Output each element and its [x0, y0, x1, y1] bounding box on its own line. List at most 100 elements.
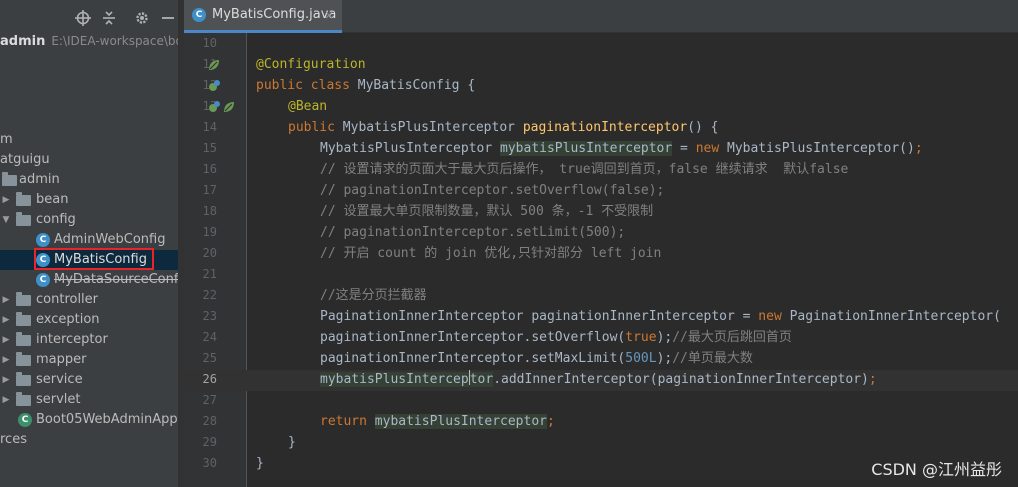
- tab-mybatisconfig[interactable]: C MyBatisConfig.java ×: [184, 0, 342, 33]
- tree-item-label: rces: [0, 432, 27, 447]
- code-line-29[interactable]: }: [288, 432, 296, 453]
- code-line-14[interactable]: public MybatisPlusInterceptor pagination…: [288, 117, 719, 138]
- class-icon: C: [36, 253, 50, 267]
- code-line-26[interactable]: mybatisPlusInterceptor.addInnerIntercept…: [320, 369, 877, 390]
- tree-item-bean[interactable]: ▶ bean: [0, 190, 178, 210]
- tree-item-m[interactable]: m: [0, 130, 178, 150]
- code-line-11[interactable]: @Configuration: [256, 54, 366, 75]
- chevron-down-icon[interactable]: ▼: [0, 210, 12, 230]
- minimize-icon[interactable]: [159, 9, 177, 27]
- tree-item-label: bean: [36, 192, 69, 207]
- comment-token: //单页最大数: [672, 351, 753, 366]
- code-line-23[interactable]: PaginationInnerInterceptor paginationInn…: [320, 306, 1001, 327]
- variable-token: mybatisPlusInterceptor: [374, 414, 547, 429]
- code-token: () {: [687, 120, 719, 135]
- class-icon: C: [36, 233, 50, 247]
- code-line-19[interactable]: // paginationInterceptor.setLimit(500);: [320, 222, 625, 243]
- variable-token: mybatisPlusIntercep: [320, 372, 469, 387]
- tree-item-service[interactable]: ▶ service: [0, 370, 178, 390]
- tree-item-adminwebconfig[interactable]: C AdminWebConfig: [0, 230, 178, 250]
- tree-item-label: Boot05WebAdminApplica: [36, 412, 178, 427]
- tree-item-boot05webadminapplication[interactable]: C Boot05WebAdminApplica: [0, 410, 178, 430]
- tree-item-label: service: [36, 372, 83, 387]
- spring-bean-icon[interactable]: [222, 100, 236, 114]
- line-number: 10: [202, 36, 217, 50]
- keyword-token: public class: [256, 78, 358, 93]
- tree-item-label: interceptor: [36, 332, 108, 347]
- code-line-16[interactable]: // 设置请求的页面大于最大页后操作， true调回到首页，false 继续请求…: [320, 159, 848, 180]
- annotation-token: @Bean: [288, 99, 328, 114]
- semicolon-token: ;: [914, 141, 923, 156]
- code-line-30[interactable]: }: [256, 453, 264, 474]
- line-number: 30: [202, 456, 217, 470]
- code-token: paginationInnerInterceptor.setMaxLimit(: [320, 351, 626, 366]
- tree-item-exception[interactable]: ▶ exception: [0, 310, 178, 330]
- tree-item-label: servlet: [36, 392, 81, 407]
- code-line-20[interactable]: // 开启 count 的 join 优化,只针对部分 left join: [320, 243, 661, 264]
- tree-item-admin[interactable]: ▼ admin: [0, 170, 178, 190]
- gutter-separator: [246, 33, 247, 487]
- chevron-right-icon[interactable]: ▶: [0, 330, 12, 350]
- tree-item-controller[interactable]: ▶ controller: [0, 290, 178, 310]
- chevron-right-icon[interactable]: ▶: [0, 350, 12, 370]
- tree-item-label: AdminWebConfig: [54, 232, 166, 247]
- code-token: MybatisPlusInterceptor(): [727, 141, 915, 156]
- keyword-token: public: [288, 120, 343, 135]
- chevron-right-icon[interactable]: ▶: [0, 310, 12, 330]
- code-token: MybatisPlusInterceptor: [342, 120, 523, 135]
- project-panel: admin E:\IDEA-workspace\boot m atguigu ▼ …: [0, 0, 178, 487]
- annotation-token: @Configuration: [256, 57, 366, 72]
- crosshair-icon[interactable]: [74, 9, 92, 27]
- tree-item-label: mapper: [36, 352, 87, 367]
- code-token: );: [656, 330, 673, 345]
- tree-item-interceptor[interactable]: ▶ interceptor: [0, 330, 178, 350]
- class-icon: C: [192, 8, 206, 22]
- code-line-13[interactable]: @Bean: [288, 96, 327, 117]
- tree-item-label: controller: [36, 292, 99, 307]
- code-line-17[interactable]: // paginationInterceptor.setOverflow(fal…: [320, 180, 664, 201]
- code-line-28[interactable]: return mybatisPlusInterceptor;: [320, 411, 555, 432]
- code-line-18[interactable]: // 设置最大单页限制数量，默认 500 条，-1 不受限制: [320, 201, 653, 222]
- folder-icon: [2, 172, 17, 186]
- semicolon-token: ;: [868, 372, 877, 387]
- gear-icon[interactable]: [133, 9, 151, 27]
- code-line-22[interactable]: //这是分页拦截器: [320, 285, 427, 306]
- keyword-token: new: [758, 309, 790, 324]
- code-token: .addInnerInterceptor(paginationInnerInte…: [493, 372, 869, 387]
- tree-item-resources[interactable]: rces: [0, 430, 178, 450]
- line-number: 18: [202, 204, 217, 218]
- project-header[interactable]: admin E:\IDEA-workspace\boot: [0, 31, 178, 51]
- folder-icon: [16, 332, 31, 346]
- line-number: 17: [202, 183, 217, 197]
- collapse-icon[interactable]: [100, 9, 118, 27]
- line-number: 29: [202, 435, 217, 449]
- tree-item-config[interactable]: ▼ config: [0, 210, 178, 230]
- chevron-right-icon[interactable]: ▶: [0, 290, 12, 310]
- tree-item-atguigu[interactable]: atguigu: [0, 150, 178, 170]
- line-number: 24: [202, 330, 217, 344]
- line-number: 22: [202, 288, 217, 302]
- chevron-right-icon[interactable]: ▶: [0, 370, 12, 390]
- tree-item-mybatisconfig[interactable]: C MyBatisConfig: [0, 250, 178, 270]
- code-line-25[interactable]: paginationInnerInterceptor.setMaxLimit(5…: [320, 348, 753, 369]
- chevron-right-icon[interactable]: ▶: [0, 390, 12, 410]
- project-path: E:\IDEA-workspace\boot: [51, 34, 178, 48]
- tree-item-mapper[interactable]: ▶ mapper: [0, 350, 178, 370]
- code-line-24[interactable]: paginationInnerInterceptor.setOverflow(t…: [320, 327, 792, 348]
- tree-item-label: exception: [36, 312, 100, 327]
- folder-icon: [16, 392, 31, 406]
- comment-token: //最大页后跳回首页: [672, 330, 792, 345]
- code-line-15[interactable]: MybatisPlusInterceptor mybatisPlusInterc…: [320, 138, 923, 159]
- tree-item-servlet[interactable]: ▶ servlet: [0, 390, 178, 410]
- close-icon[interactable]: ×: [324, 0, 334, 30]
- code-line-12[interactable]: public class MyBatisConfig {: [256, 75, 475, 96]
- line-number-current: 26: [202, 372, 217, 386]
- spring-bean-icon[interactable]: [207, 58, 221, 72]
- chevron-right-icon[interactable]: ▶: [0, 190, 12, 210]
- tree-item-mydatasourceconfig[interactable]: C MyDataSourceConfig: [0, 270, 178, 290]
- code-token: PaginationInnerInterceptor(: [789, 309, 1001, 324]
- editor-tab-bar: C MyBatisConfig.java ×: [184, 0, 1018, 33]
- bean-run-icon[interactable]: [207, 100, 221, 114]
- bean-run-icon[interactable]: [207, 79, 221, 93]
- folder-icon: [16, 372, 31, 386]
